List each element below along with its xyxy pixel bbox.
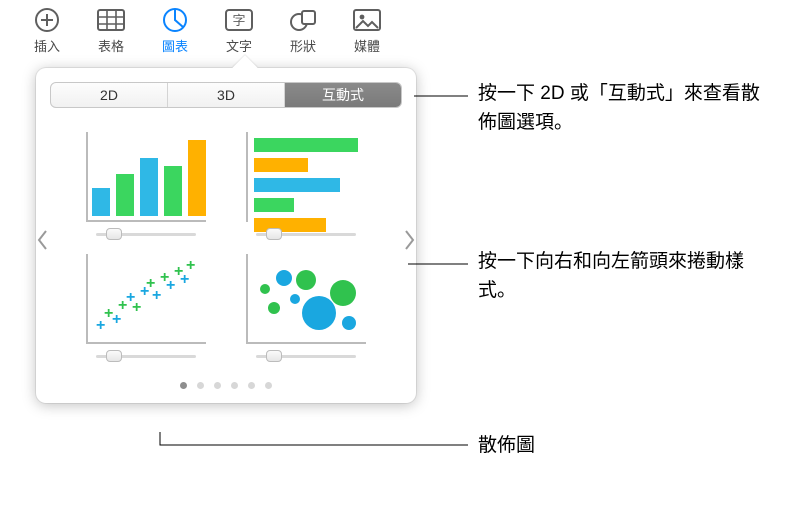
callout-tabs-hint: 按一下 2D 或「互動式」來查看散佈圖選項。 bbox=[478, 80, 778, 137]
callout-arrows-hint: 按一下向右和向左箭頭來捲動樣式。 bbox=[478, 248, 778, 305]
callout-scatter-label: 散佈圖 bbox=[478, 432, 535, 461]
